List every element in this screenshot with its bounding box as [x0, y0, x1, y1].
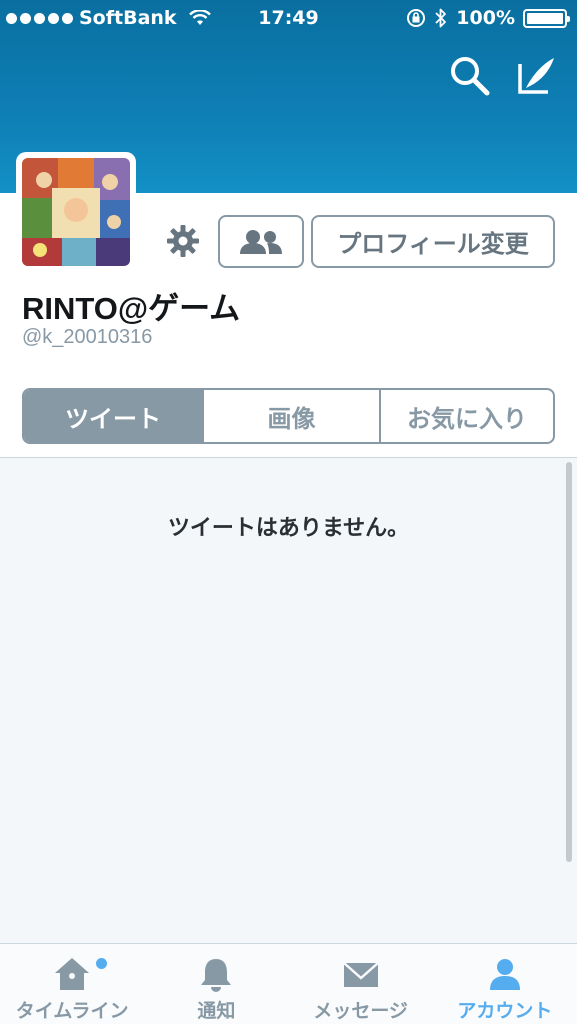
scrollbar[interactable] [566, 462, 572, 862]
tab-timeline[interactable]: タイムライン [0, 944, 144, 1024]
avatar-frame[interactable] [16, 152, 136, 272]
tab-label: 通知 [197, 1000, 236, 1022]
battery-icon [523, 8, 570, 28]
home-icon [55, 958, 90, 990]
tab-images[interactable]: 画像 [202, 390, 379, 442]
gear-icon[interactable] [166, 224, 200, 258]
empty-tweets-message: ツイートはありません。 [167, 516, 410, 541]
tab-label: メッセージ [313, 1000, 408, 1022]
tab-messages[interactable]: メッセージ [289, 944, 433, 1024]
bluetooth-icon [435, 8, 447, 28]
rotation-lock-icon [407, 9, 426, 27]
status-bar: SoftBank 17:49 100% [0, 0, 577, 38]
display-name: RINTO@ゲーム [22, 291, 241, 326]
battery-percent: 100% [456, 7, 515, 29]
divider [0, 457, 577, 458]
tab-bar: タイムライン 通知 メッセージ アカウント [0, 943, 577, 1024]
avatar [22, 158, 130, 266]
tab-account[interactable]: アカウント [433, 944, 577, 1024]
tab-favorites[interactable]: お気に入り [379, 390, 553, 442]
bell-icon [201, 959, 232, 992]
followers-button[interactable] [218, 215, 304, 268]
person-icon [489, 959, 520, 990]
profile-segmented-control: ツイート 画像 お気に入り [22, 388, 555, 444]
tab-label: タイムライン [15, 1000, 129, 1022]
status-right: 100% [406, 7, 570, 29]
edit-profile-button[interactable]: プロフィール変更 [311, 215, 555, 268]
tab-tweets[interactable]: ツイート [24, 390, 202, 442]
search-icon[interactable] [448, 54, 492, 98]
compose-tweet-icon[interactable] [514, 54, 558, 98]
tab-notifications[interactable]: 通知 [144, 944, 288, 1024]
user-handle: @k_20010316 [22, 326, 153, 348]
tab-label: アカウント [457, 1000, 553, 1022]
envelope-icon [342, 962, 379, 987]
notification-badge [96, 958, 107, 969]
people-icon [240, 229, 282, 254]
